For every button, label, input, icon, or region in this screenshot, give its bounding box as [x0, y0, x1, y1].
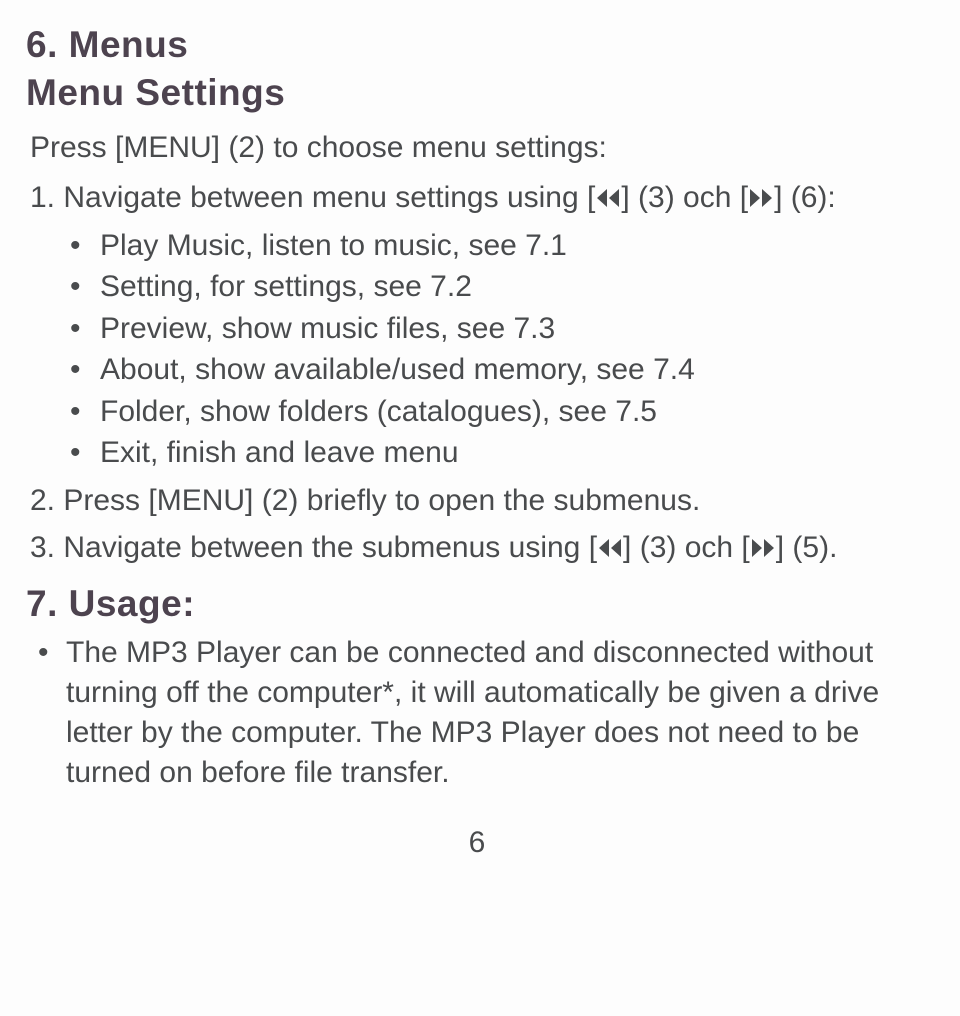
- step-1-pre: 1. Navigate between menu settings using …: [30, 181, 595, 214]
- step-3: 3. Navigate between the submenus using […: [26, 528, 928, 569]
- step-1-post: ] (6):: [774, 181, 836, 214]
- step-2: 2. Press [MENU] (2) brieﬂy to open the s…: [26, 481, 928, 522]
- fast-forward-icon: [748, 187, 774, 209]
- intro-paragraph: Press [MENU] (2) to choose menu settings…: [26, 128, 928, 168]
- section-6-subheading: Menu Settings: [26, 72, 928, 114]
- usage-list: The MP3 Player can be connected and disc…: [26, 633, 928, 794]
- list-item: Exit, ﬁnish and leave menu: [100, 432, 928, 473]
- section-7-heading: 7. Usage:: [26, 583, 928, 625]
- step-3-post: ] (5).: [776, 531, 838, 564]
- fast-forward-icon: [750, 537, 776, 559]
- menu-settings-list: Play Music, listen to music, see 7.1 Set…: [26, 225, 928, 473]
- page-number: 6: [26, 826, 928, 860]
- list-item: Folder, show folders (catalogues), see 7…: [100, 391, 928, 432]
- step-3-mid: ] (3) och [: [623, 531, 750, 564]
- rewind-icon: [597, 537, 623, 559]
- step-3-pre: 3. Navigate between the submenus using [: [30, 531, 597, 564]
- rewind-icon: [595, 187, 621, 209]
- step-1-mid: ] (3) och [: [621, 181, 748, 214]
- list-item: The MP3 Player can be connected and disc…: [66, 633, 928, 794]
- list-item: Preview, show music ﬁles, see 7.3: [100, 308, 928, 349]
- section-6-heading: 6. Menus: [26, 24, 928, 66]
- list-item: Setting, for settings, see 7.2: [100, 266, 928, 307]
- list-item: About, show available/used memory, see 7…: [100, 349, 928, 390]
- list-item: Play Music, listen to music, see 7.1: [100, 225, 928, 266]
- step-1: 1. Navigate between menu settings using …: [26, 178, 928, 219]
